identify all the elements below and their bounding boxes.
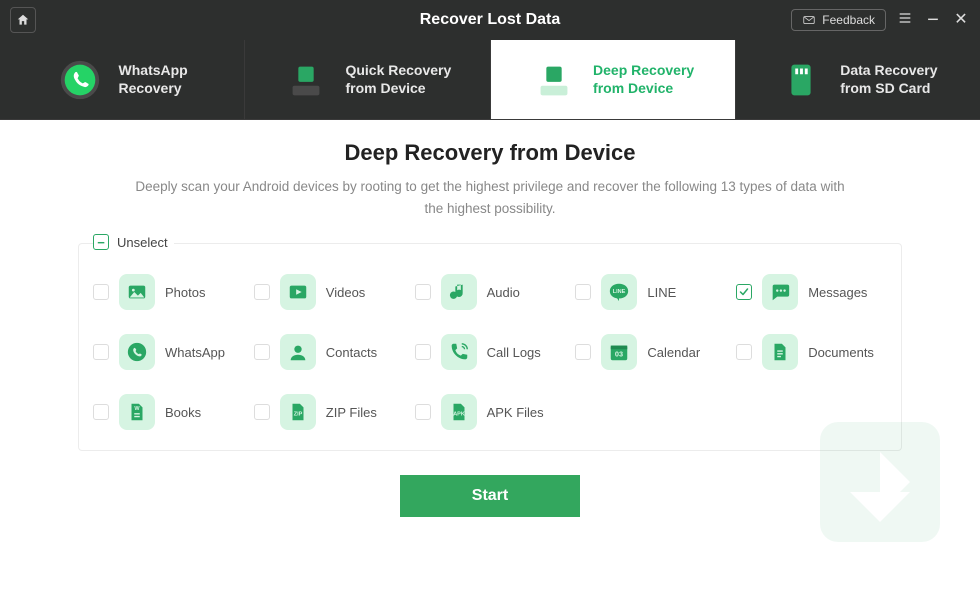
page-subtitle: Deeply scan your Android devices by root… — [130, 176, 850, 219]
data-type-label: Call Logs — [487, 345, 541, 360]
line-icon — [601, 274, 637, 310]
checkbox-contacts[interactable] — [254, 344, 270, 360]
checkbox-calendar[interactable] — [575, 344, 591, 360]
page-title: Deep Recovery from Device — [50, 140, 930, 166]
tab-deep-recovery[interactable]: Deep Recovery from Device — [491, 40, 736, 119]
zip-icon — [280, 394, 316, 430]
tab-label: Quick Recovery — [345, 62, 451, 78]
checkbox-audio[interactable] — [415, 284, 431, 300]
contacts-icon — [280, 334, 316, 370]
menu-button[interactable] — [896, 10, 914, 30]
data-type-videos[interactable]: Videos — [254, 274, 405, 310]
data-type-label: Videos — [326, 285, 366, 300]
audio-icon — [441, 274, 477, 310]
deep-recovery-tab-icon — [531, 57, 577, 103]
data-type-label: Documents — [808, 345, 874, 360]
quick-recovery-tab-icon — [283, 57, 329, 103]
tab-label: from Device — [345, 80, 425, 96]
main-content: Deep Recovery from Device Deeply scan yo… — [0, 120, 980, 517]
whatsapp-tab-icon — [57, 57, 103, 103]
data-type-messages[interactable]: Messages — [736, 274, 887, 310]
data-types-panel: − Unselect PhotosVideosAudioLINEMessages… — [78, 243, 902, 451]
unselect-checkbox-icon: − — [93, 234, 109, 250]
checkbox-books[interactable] — [93, 404, 109, 420]
tab-label: from Device — [593, 80, 673, 96]
minimize-button[interactable]: − — [924, 10, 942, 30]
data-type-audio[interactable]: Audio — [415, 274, 566, 310]
unselect-label: Unselect — [117, 235, 168, 250]
home-icon — [16, 13, 30, 27]
data-type-label: LINE — [647, 285, 676, 300]
books-icon — [119, 394, 155, 430]
checkbox-call-logs[interactable] — [415, 344, 431, 360]
data-type-zip-files[interactable]: ZIP Files — [254, 394, 405, 430]
data-type-label: Audio — [487, 285, 520, 300]
data-type-books[interactable]: Books — [93, 394, 244, 430]
checkbox-messages[interactable] — [736, 284, 752, 300]
data-type-line[interactable]: LINE — [575, 274, 726, 310]
data-type-whatsapp[interactable]: WhatsApp — [93, 334, 244, 370]
unselect-toggle[interactable]: − Unselect — [93, 234, 174, 250]
data-type-label: Messages — [808, 285, 867, 300]
check-icon — [738, 286, 750, 298]
data-type-label: Books — [165, 405, 201, 420]
data-type-label: Photos — [165, 285, 205, 300]
menu-icon — [897, 10, 913, 26]
calllogs-icon — [441, 334, 477, 370]
data-type-label: Calendar — [647, 345, 700, 360]
data-type-label: WhatsApp — [165, 345, 225, 360]
photo-icon — [119, 274, 155, 310]
tab-label: WhatsApp — [119, 62, 188, 78]
tab-label: Recovery — [119, 80, 182, 96]
data-type-call-logs[interactable]: Call Logs — [415, 334, 566, 370]
messages-icon — [762, 274, 798, 310]
feedback-label: Feedback — [822, 13, 875, 27]
data-type-label: Contacts — [326, 345, 377, 360]
tab-label: Data Recovery — [840, 62, 937, 78]
data-type-documents[interactable]: Documents — [736, 334, 887, 370]
data-type-photos[interactable]: Photos — [93, 274, 244, 310]
tab-label: from SD Card — [840, 80, 930, 96]
tab-whatsapp-recovery[interactable]: WhatsApp Recovery — [0, 40, 245, 119]
tab-quick-recovery[interactable]: Quick Recovery from Device — [245, 40, 490, 119]
data-type-label: APK Files — [487, 405, 544, 420]
documents-icon — [762, 334, 798, 370]
tab-label: Deep Recovery — [593, 62, 694, 78]
calendar-icon — [601, 334, 637, 370]
mail-icon — [802, 13, 816, 27]
tab-sd-recovery[interactable]: Data Recovery from SD Card — [736, 40, 980, 119]
close-button[interactable]: ✕ — [952, 12, 970, 28]
checkbox-apk-files[interactable] — [415, 404, 431, 420]
start-button[interactable]: Start — [400, 475, 580, 517]
data-type-label: ZIP Files — [326, 405, 377, 420]
checkbox-photos[interactable] — [93, 284, 109, 300]
checkbox-videos[interactable] — [254, 284, 270, 300]
checkbox-documents[interactable] — [736, 344, 752, 360]
video-icon — [280, 274, 316, 310]
tabs: WhatsApp Recovery Quick Recovery from Devi… — [0, 40, 980, 120]
home-button[interactable] — [10, 7, 36, 33]
titlebar: Recover Lost Data Feedback − ✕ — [0, 0, 980, 40]
data-type-contacts[interactable]: Contacts — [254, 334, 405, 370]
data-type-calendar[interactable]: Calendar — [575, 334, 726, 370]
checkbox-zip-files[interactable] — [254, 404, 270, 420]
checkbox-whatsapp[interactable] — [93, 344, 109, 360]
checkbox-line[interactable] — [575, 284, 591, 300]
sd-card-tab-icon — [778, 57, 824, 103]
whatsapp-icon — [119, 334, 155, 370]
feedback-button[interactable]: Feedback — [791, 9, 886, 31]
data-type-apk-files[interactable]: APK Files — [415, 394, 566, 430]
apk-icon — [441, 394, 477, 430]
